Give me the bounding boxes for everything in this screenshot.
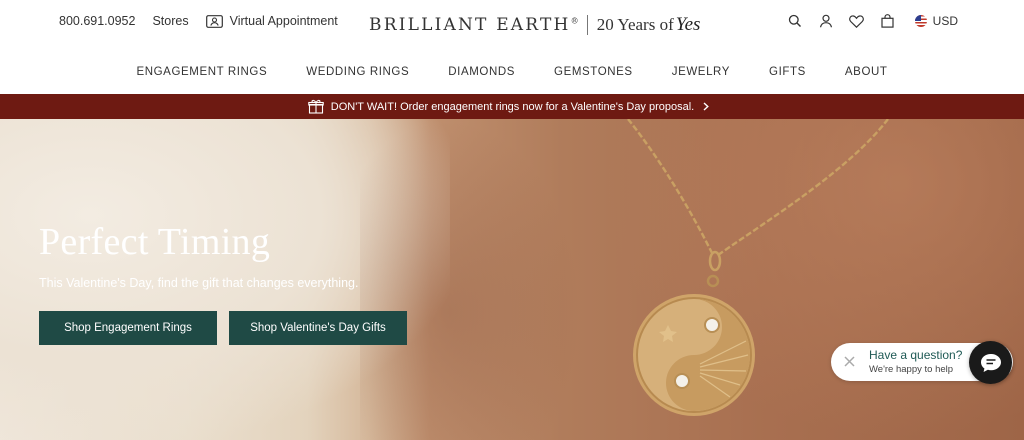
- close-icon[interactable]: [843, 355, 856, 368]
- nav-item-diamonds[interactable]: DIAMONDS: [448, 66, 515, 78]
- currency-label: USD: [932, 14, 958, 28]
- currency-selector[interactable]: USD: [914, 14, 958, 28]
- brand-divider: [586, 15, 588, 35]
- us-flag-icon: [914, 15, 927, 27]
- trademark-mark: ®: [570, 16, 581, 26]
- hero-banner: Perfect Timing This Valentine's Day, fin…: [0, 119, 1024, 440]
- chat-bubble-icon: [980, 353, 1001, 372]
- utility-bar: 800.691.0952 Stores Virtual Appointment …: [0, 0, 1024, 50]
- brand-tagline-script: Yes: [675, 14, 701, 35]
- hero-subtitle: This Valentine's Day, find the gift that…: [39, 276, 359, 290]
- utility-icons: USD: [773, 12, 958, 30]
- nav-item-jewelry[interactable]: JEWELRY: [672, 66, 730, 78]
- nav-item-about[interactable]: ABOUT: [845, 66, 888, 78]
- phone-link[interactable]: 800.691.0952: [59, 14, 135, 28]
- virtual-appointment-label: Virtual Appointment: [229, 14, 338, 28]
- video-call-icon: [205, 14, 223, 28]
- main-nav: ENGAGEMENT RINGS WEDDING RINGS DIAMONDS …: [0, 50, 1024, 94]
- search-icon[interactable]: [786, 12, 804, 30]
- gift-icon: [308, 99, 324, 114]
- account-icon[interactable]: [817, 12, 835, 30]
- bag-icon[interactable]: [879, 12, 897, 30]
- utility-links: 800.691.0952 Stores Virtual Appointment: [59, 14, 338, 28]
- shop-engagement-rings-button[interactable]: Shop Engagement Rings: [39, 311, 217, 345]
- nav-item-gifts[interactable]: GIFTS: [769, 66, 806, 78]
- chat-question: Have a question?: [869, 348, 963, 362]
- nav-item-gemstones[interactable]: GEMSTONES: [554, 66, 633, 78]
- nav-item-wedding-rings[interactable]: WEDDING RINGS: [306, 66, 409, 78]
- chevron-right-icon: [703, 102, 710, 111]
- heart-icon[interactable]: [848, 12, 866, 30]
- chat-subtext: We're happy to help: [869, 364, 954, 375]
- promo-text: DON'T WAIT! Order engagement rings now f…: [330, 100, 695, 113]
- chat-button[interactable]: [969, 341, 1012, 384]
- shop-valentines-gifts-button[interactable]: Shop Valentine's Day Gifts: [229, 311, 407, 345]
- promo-banner[interactable]: DON'T WAIT! Order engagement rings now f…: [0, 94, 1024, 119]
- brand-name: BRILLIANT EARTH®: [369, 15, 581, 35]
- stores-link[interactable]: Stores: [152, 14, 188, 28]
- brand-tagline: 20 Years of: [596, 15, 674, 34]
- brand-name-text: BRILLIANT EARTH: [369, 15, 571, 35]
- hero-title: Perfect Timing: [39, 221, 271, 263]
- brand-logo[interactable]: BRILLIANT EARTH® 20 Years of Yes: [369, 14, 700, 36]
- virtual-appointment-link[interactable]: Virtual Appointment: [205, 14, 338, 28]
- nav-item-engagement-rings[interactable]: ENGAGEMENT RINGS: [136, 66, 267, 78]
